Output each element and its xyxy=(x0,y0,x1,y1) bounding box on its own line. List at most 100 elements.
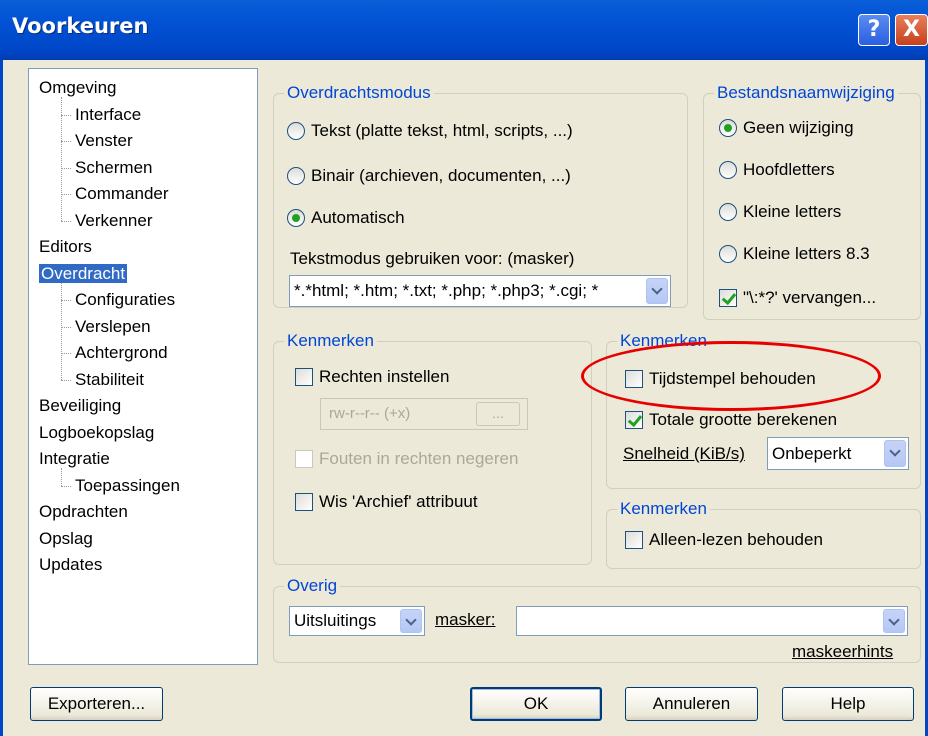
speed-label: Snelheid (KiB/s) xyxy=(623,444,745,464)
tree-item[interactable]: Toepassingen xyxy=(61,475,180,497)
radio-icon[interactable] xyxy=(287,167,305,185)
tree-item[interactable]: Logboekopslag xyxy=(39,422,154,444)
tree-item-label: Verslepen xyxy=(75,316,151,336)
tree-item[interactable]: Omgeving xyxy=(39,77,116,99)
other-mask-combo[interactable] xyxy=(516,606,908,636)
tree-item-label: Beveiliging xyxy=(39,396,122,415)
rights-field: rw-r--r-- (+x) ... xyxy=(320,398,528,430)
radio-lowercase-label: Kleine letters xyxy=(743,202,842,221)
ok-button[interactable]: OK xyxy=(470,687,602,721)
checkbox-icon[interactable] xyxy=(625,411,643,429)
clear-archive-label: Wis 'Archief' attribuut xyxy=(319,492,478,511)
tree-connector xyxy=(61,282,62,380)
tree-item-label: Integratie xyxy=(39,449,110,468)
tree-item[interactable]: Stabiliteit xyxy=(61,369,144,391)
tree-item-label: Opslag xyxy=(39,528,93,548)
tree-item[interactable]: Integratie xyxy=(39,448,110,470)
radio-uppercase[interactable]: Hoofdletters xyxy=(719,160,835,180)
radio-icon[interactable] xyxy=(287,209,305,227)
tree-item[interactable]: Schermen xyxy=(61,157,152,179)
rights-browse-button: ... xyxy=(476,402,520,426)
replace-chars-label: "\:*?' vervangen... xyxy=(743,288,877,307)
speed-value: Onbeperkt xyxy=(772,443,852,463)
radio-icon[interactable] xyxy=(719,203,737,221)
chevron-down-icon[interactable] xyxy=(884,440,906,467)
keep-readonly-label: Alleen-lezen behouden xyxy=(649,530,823,549)
checkbox-icon[interactable] xyxy=(295,368,313,386)
tree-connector xyxy=(61,97,62,221)
tree-item[interactable]: Configuraties xyxy=(61,289,175,311)
radio-text-mode[interactable]: Tekst (platte tekst, html, scripts, ...) xyxy=(287,121,573,141)
tree-item[interactable]: Verslepen xyxy=(61,316,151,338)
clear-archive-checkbox[interactable]: Wis 'Archief' attribuut xyxy=(295,492,478,512)
window-title: Voorkeuren xyxy=(12,14,149,38)
tree-item-label: Verkenner xyxy=(75,210,153,230)
radio-binary-label: Binair (archieven, documenten, ...) xyxy=(311,166,571,185)
radio-lowercase-83[interactable]: Kleine letters 8.3 xyxy=(719,244,870,264)
radio-auto-label: Automatisch xyxy=(311,208,405,227)
checkbox-icon[interactable] xyxy=(295,493,313,511)
other-mask-label: masker: xyxy=(435,610,495,630)
keep-readonly-checkbox[interactable]: Alleen-lezen behouden xyxy=(625,530,823,550)
chevron-down-icon[interactable] xyxy=(883,609,905,633)
tree-item[interactable]: Beveiliging xyxy=(39,395,121,417)
settings-tree[interactable]: Omgeving Interface Venster Schermen Commande… xyxy=(28,68,258,665)
tree-item[interactable]: Interface xyxy=(61,104,141,126)
tree-item-label: Interface xyxy=(75,104,142,124)
tree-item-label: Editors xyxy=(39,237,92,256)
help-button[interactable]: Help xyxy=(782,687,914,721)
radio-icon[interactable] xyxy=(719,119,737,137)
tree-item-label: Logboekopslag xyxy=(39,422,155,442)
tree-item-label: Commander xyxy=(75,184,169,203)
tree-item-label: Configuraties xyxy=(75,290,176,309)
radio-lowercase-83-label: Kleine letters 8.3 xyxy=(743,244,870,263)
mask-label: Tekstmodus gebruiken voor: (masker) xyxy=(290,249,575,268)
close-icon[interactable]: X xyxy=(895,14,928,46)
tree-item[interactable]: Venster xyxy=(61,130,133,152)
tree-item[interactable]: Editors xyxy=(39,236,92,258)
checkbox-icon xyxy=(295,450,313,468)
tree-item-label: Opdrachten xyxy=(39,502,128,521)
tree-item[interactable]: Verkenner xyxy=(61,210,153,232)
radio-icon[interactable] xyxy=(287,122,305,140)
exclude-value: Uitsluitings xyxy=(294,611,377,630)
highlight-circle xyxy=(581,341,881,411)
chevron-down-icon[interactable] xyxy=(400,609,422,633)
speed-combo[interactable]: Onbeperkt xyxy=(767,437,909,470)
calc-size-label: Totale grootte berekenen xyxy=(649,410,838,429)
tree-item-label: Venster xyxy=(75,131,133,150)
tree-item[interactable]: Achtergrond xyxy=(61,342,168,364)
radio-binary-mode[interactable]: Binair (archieven, documenten, ...) xyxy=(287,166,571,186)
ignore-errors-checkbox: Fouten in rechten negeren xyxy=(295,449,518,469)
replace-chars-checkbox[interactable]: "\:*?' vervangen... xyxy=(719,288,876,308)
calc-size-checkbox[interactable]: Totale grootte berekenen xyxy=(625,410,837,430)
other-title: Overig xyxy=(284,575,341,597)
exclude-combo[interactable]: Uitsluitings xyxy=(289,606,425,636)
speed-label-text: Snelheid (KiB/s) xyxy=(623,444,745,463)
tree-item-label: Schermen xyxy=(75,157,153,177)
tree-item-label: Updates xyxy=(39,555,103,574)
tree-item[interactable]: Updates xyxy=(39,554,102,576)
tree-item[interactable]: Commander xyxy=(61,183,169,205)
checkbox-icon[interactable] xyxy=(719,289,737,307)
set-rights-checkbox[interactable]: Rechten instellen xyxy=(295,367,449,387)
radio-lowercase[interactable]: Kleine letters xyxy=(719,202,841,222)
mask-hints-link[interactable]: maskeerhints xyxy=(792,642,893,662)
radio-text-label: Tekst (platte tekst, html, scripts, ...) xyxy=(311,121,573,140)
properties-left-title: Kenmerken xyxy=(284,330,377,352)
export-button[interactable]: Exporteren... xyxy=(30,687,163,721)
other-mask-label-text: masker: xyxy=(435,610,496,629)
radio-no-change[interactable]: Geen wijziging xyxy=(719,118,854,138)
tree-item[interactable]: Opdrachten xyxy=(39,501,128,523)
tree-item[interactable]: Overdracht xyxy=(39,263,128,285)
radio-no-change-label: Geen wijziging xyxy=(743,118,854,137)
checkbox-icon[interactable] xyxy=(625,531,643,549)
cancel-button[interactable]: Annuleren xyxy=(625,687,758,721)
help-title-button[interactable]: ? xyxy=(858,14,890,46)
radio-auto-mode[interactable]: Automatisch xyxy=(287,208,405,228)
text-mask-combo[interactable]: *.*html; *.htm; *.txt; *.php; *.php3; *.… xyxy=(289,275,671,307)
radio-icon[interactable] xyxy=(719,161,737,179)
radio-icon[interactable] xyxy=(719,245,737,263)
tree-item[interactable]: Opslag xyxy=(39,528,93,550)
chevron-down-icon[interactable] xyxy=(646,278,668,304)
